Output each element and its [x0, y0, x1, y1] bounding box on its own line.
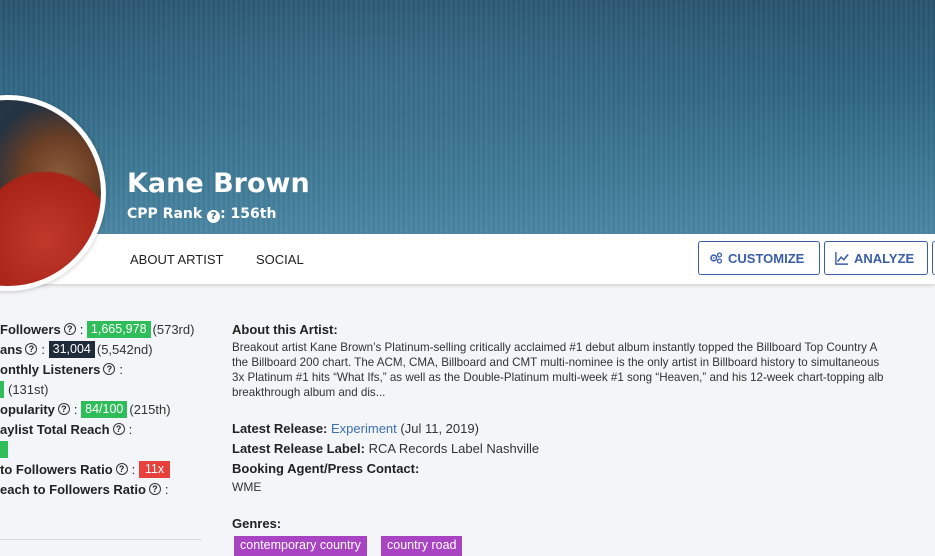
line-chart-icon: [835, 251, 849, 265]
cpp-rank: CPP Rank ?: 156th: [127, 206, 277, 223]
help-icon[interactable]: ?: [207, 210, 221, 223]
help-icon[interactable]: ?: [25, 343, 38, 355]
stat-value-pill: [0, 380, 4, 398]
latest-release: Latest Release: Experiment (Jul 11, 2019…: [232, 421, 479, 436]
customize-label: CUSTOMIZE: [728, 250, 805, 266]
analyze-button[interactable]: ANALYZE: [824, 241, 928, 275]
stat-playlist-reach-value: [0, 440, 8, 458]
artist-name: Kane Brown: [127, 168, 310, 199]
stat-reach-ratio: each to Followers Ratio ?:: [0, 481, 169, 497]
stats-divider: [0, 539, 202, 540]
stat-followers: Followers ?: 1,665,978 (573rd): [0, 320, 195, 338]
about-title: About this Artist:: [232, 322, 338, 337]
cpp-rank-value: 156th: [230, 206, 277, 222]
stat-playlist-reach: aylist Total Reach ?:: [0, 421, 133, 437]
stat-monthly-listeners: onthly Listeners ?:: [0, 361, 124, 377]
stat-value-pill: 1,665,978: [86, 320, 151, 338]
artist-page: Kane Brown CPP Rank ?: 156th ABOUT ARTIS…: [0, 0, 935, 556]
help-icon[interactable]: ?: [103, 363, 116, 375]
help-icon[interactable]: ?: [112, 423, 125, 435]
stat-popularity: opularity ?: 84/100 (215th): [0, 400, 171, 418]
artist-nav-bar: ABOUT ARTIST SOCIAL CUSTOMIZE ANALYZE: [0, 234, 935, 284]
genre-tag[interactable]: contemporary country: [234, 536, 367, 556]
booking-contact: Booking Agent/Press Contact:: [232, 461, 420, 476]
about-bio: Breakout artist Kane Brown’s Platinum-se…: [232, 340, 935, 400]
bio-line: 3x Platinum #1 hits “What Ifs,” as well …: [232, 371, 884, 384]
help-icon[interactable]: ?: [63, 323, 76, 335]
stat-followers-ratio: to Followers Ratio ?: 11x: [0, 460, 171, 478]
cpp-rank-label: CPP Rank: [127, 206, 203, 222]
help-icon[interactable]: ?: [115, 463, 128, 475]
stat-monthly-listeners-value: (131st): [0, 380, 48, 398]
bio-line: breakthrough album and dis...: [232, 386, 386, 399]
analyze-label: ANALYZE: [854, 250, 915, 266]
genres-heading: Genres:: [232, 516, 282, 531]
genre-tag[interactable]: country road: [381, 536, 463, 556]
gears-icon: [710, 252, 723, 264]
help-icon[interactable]: ?: [57, 403, 70, 415]
help-icon[interactable]: ?: [148, 483, 161, 495]
bio-line: Breakout artist Kane Brown’s Platinum-se…: [232, 341, 878, 354]
stat-value-pill: 31,004: [48, 340, 95, 358]
latest-release-label: Latest Release Label: RCA Records Label …: [232, 441, 540, 456]
booking-contact-value: WME: [232, 480, 262, 494]
stat-value-pill: [0, 440, 8, 458]
latest-release-link[interactable]: Experiment: [331, 421, 397, 436]
tab-social[interactable]: SOCIAL: [256, 252, 304, 267]
tab-about-artist[interactable]: ABOUT ARTIST: [130, 252, 223, 267]
stat-value-pill: 84/100: [81, 400, 128, 418]
bio-line: the Billboard 200 chart. The ACM, CMA, B…: [232, 356, 880, 369]
customize-button[interactable]: CUSTOMIZE: [698, 241, 820, 275]
stat-value-pill: 11x: [138, 460, 171, 478]
stat-fans: ans ?: 31,004 (5,542nd): [0, 340, 153, 358]
